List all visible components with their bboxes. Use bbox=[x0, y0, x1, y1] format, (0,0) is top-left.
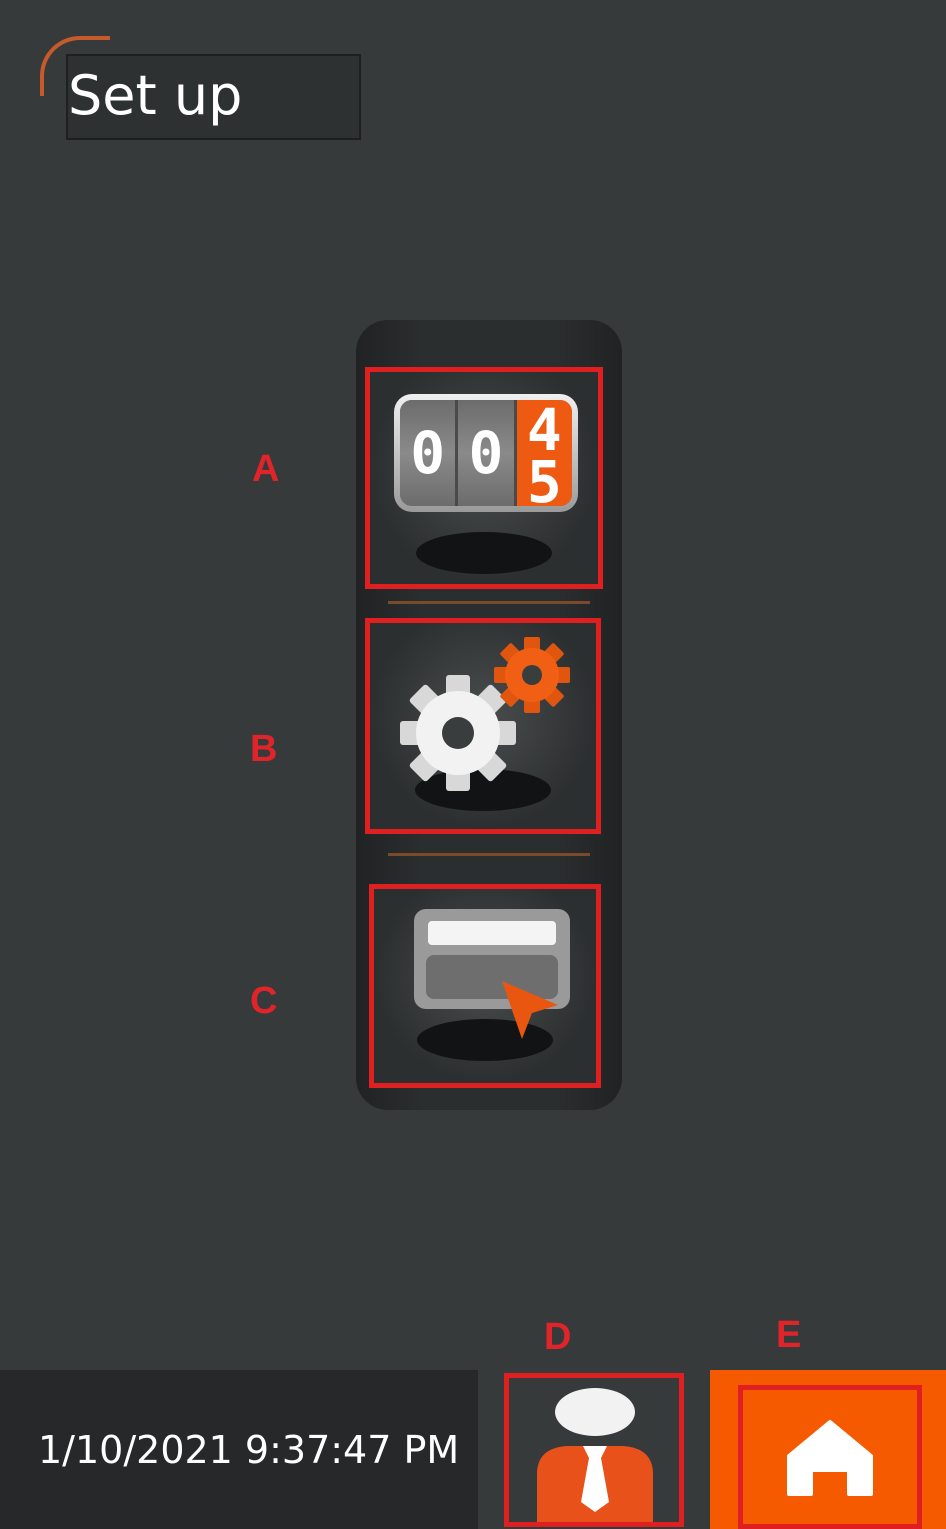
label-c: C bbox=[250, 980, 278, 1022]
counter-digit: 0 bbox=[400, 400, 459, 506]
settings-button[interactable] bbox=[365, 618, 601, 834]
divider bbox=[388, 601, 590, 604]
label-e: E bbox=[776, 1314, 802, 1356]
gears-icon bbox=[400, 637, 570, 791]
label-d: D bbox=[544, 1316, 572, 1358]
label-b: B bbox=[250, 728, 278, 770]
roll-digit-bottom: 5 bbox=[526, 448, 562, 506]
datetime-display: 1/10/2021 9:37:47 PM bbox=[38, 1428, 460, 1472]
counter-digit: 0 bbox=[458, 400, 517, 506]
page-title: Set up bbox=[68, 64, 243, 127]
user-button[interactable] bbox=[504, 1373, 684, 1527]
status-bar: 1/10/2021 9:37:47 PM bbox=[0, 1370, 478, 1529]
home-button[interactable] bbox=[738, 1385, 922, 1529]
divider bbox=[388, 853, 590, 856]
screen-settings-button[interactable] bbox=[369, 884, 601, 1088]
home-icon bbox=[787, 1420, 873, 1496]
user-icon bbox=[537, 1388, 653, 1522]
counter-button[interactable]: 0 0 4 5 bbox=[365, 367, 603, 589]
label-a: A bbox=[252, 448, 280, 490]
icon-shadow bbox=[416, 532, 552, 574]
counter-roll-digit: 4 5 bbox=[516, 400, 572, 506]
counter-icon: 0 0 4 5 bbox=[394, 394, 578, 512]
screen-pointer-icon bbox=[414, 909, 570, 1039]
page-title-box: Set up bbox=[66, 54, 361, 140]
